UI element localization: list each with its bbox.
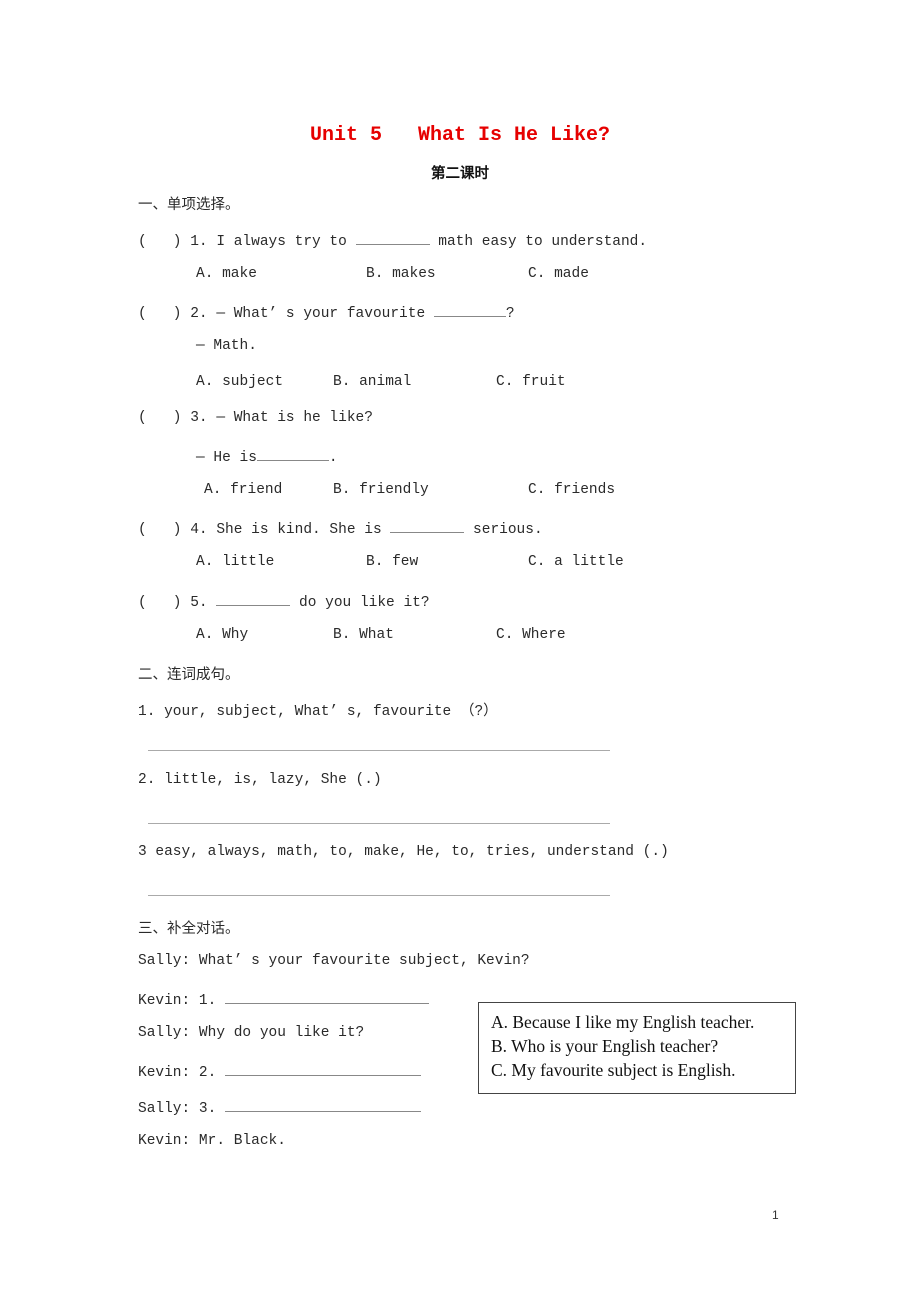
- section-heading-sentence-building: 二、连词成句。: [138, 667, 240, 683]
- question-text: ( ) 1. I always try to: [138, 234, 356, 250]
- response-text: — He is: [196, 450, 257, 466]
- dialogue-line: Kevin: 2.: [138, 1061, 422, 1081]
- answer-line-2[interactable]: [148, 823, 610, 824]
- answer-blank[interactable]: [390, 518, 465, 533]
- question-5: ( ) 5. do you like it?: [138, 591, 430, 611]
- option-c: C. fruit: [496, 374, 566, 390]
- page-title: Unit 5 What Is He Like?: [309, 124, 611, 147]
- answer-blank[interactable]: [256, 446, 329, 461]
- dialogue-response: — Math.: [196, 338, 257, 354]
- option-b: B. few: [366, 554, 419, 570]
- answer-blank[interactable]: [225, 1061, 422, 1076]
- answer-blank[interactable]: [216, 591, 291, 606]
- choice-b: B. Who is your English teacher?: [491, 1036, 719, 1056]
- answer-blank[interactable]: [225, 1097, 422, 1112]
- answer-line-1[interactable]: [148, 750, 610, 751]
- sentence-item-3: 3 easy, always, math, to, make, He, to, …: [138, 844, 669, 860]
- lesson-subtitle: 第二课时: [431, 166, 489, 182]
- choices-box: A. Because I like my English teacher. B.…: [478, 1002, 796, 1094]
- option-a: A. little: [196, 554, 275, 570]
- speaker-text: Sally: 3.: [138, 1101, 226, 1117]
- section-heading-dialogue: 三、补全对话。: [138, 921, 240, 937]
- question-4: ( ) 4. She is kind. She is serious.: [138, 518, 543, 538]
- dialogue-line: Sally: Why do you like it?: [138, 1025, 365, 1041]
- answer-line-3[interactable]: [148, 895, 610, 896]
- question-3: ( ) 3. — What is he like?: [138, 410, 373, 426]
- question-text: serious.: [464, 522, 543, 538]
- speaker-text: Kevin: 2.: [138, 1065, 226, 1081]
- answer-blank[interactable]: [433, 302, 506, 317]
- answer-blank[interactable]: [355, 230, 430, 245]
- question-text: ?: [505, 306, 515, 322]
- option-b: B. makes: [366, 266, 436, 282]
- option-a: A. subject: [196, 374, 284, 390]
- choice-c: C. My favourite subject is English.: [491, 1060, 736, 1080]
- choice-a: A. Because I like my English teacher.: [491, 1012, 755, 1032]
- sentence-item-2: 2. little, is, lazy, She (.): [138, 772, 382, 788]
- answer-blank[interactable]: [225, 989, 430, 1004]
- speaker-text: Kevin: 1.: [138, 993, 226, 1009]
- dialogue-line: Sally: 3.: [138, 1097, 422, 1117]
- question-text: ( ) 5.: [138, 595, 217, 611]
- option-c: C. friends: [528, 482, 616, 498]
- option-c: C. Where: [496, 627, 566, 643]
- response-text: .: [328, 450, 338, 466]
- option-b: B. What: [333, 627, 394, 643]
- dialogue-line: Sally: What’ s your favourite subject, K…: [138, 953, 530, 969]
- dialogue-response: — He is.: [196, 446, 338, 466]
- option-b: B. animal: [333, 374, 412, 390]
- dialogue-line: Kevin: Mr. Black.: [138, 1133, 286, 1149]
- question-text: do you like it?: [290, 595, 430, 611]
- option-a: A. friend: [204, 482, 283, 498]
- dialogue-line: Kevin: 1.: [138, 989, 430, 1009]
- option-a: A. make: [196, 266, 257, 282]
- page-number: 1: [772, 1208, 779, 1222]
- question-text: math easy to understand.: [429, 234, 648, 250]
- question-text: ( ) 4. She is kind. She is: [138, 522, 391, 538]
- option-b: B. friendly: [333, 482, 429, 498]
- option-c: C. a little: [528, 554, 624, 570]
- option-a: A. Why: [196, 627, 249, 643]
- question-1: ( ) 1. I always try to math easy to unde…: [138, 230, 647, 250]
- question-text: ( ) 2. — What’ s your favourite: [138, 306, 434, 322]
- sentence-item-1: 1. your, subject, What’ s, favourite （?）: [138, 704, 498, 720]
- option-c: C. made: [528, 266, 589, 282]
- section-heading-multiple-choice: 一、单项选择。: [138, 197, 240, 213]
- question-2: ( ) 2. — What’ s your favourite ?: [138, 302, 515, 322]
